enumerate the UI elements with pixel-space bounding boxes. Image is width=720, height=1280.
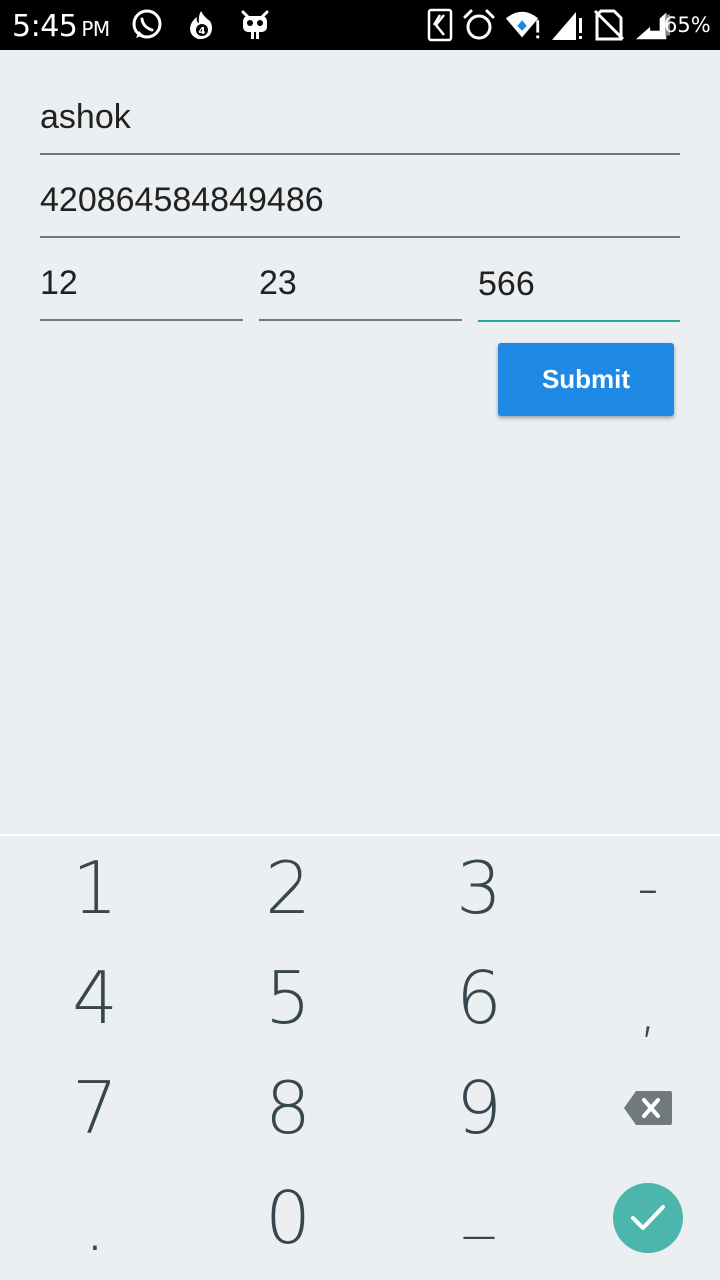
key-5[interactable]: 5 [203,948,373,1048]
cvv-value: 566 [478,265,535,303]
whatsapp-icon [132,9,162,39]
key-backspace[interactable] [563,1058,720,1158]
alarm-icon [463,9,495,40]
key-underscore[interactable]: _ [394,1155,564,1255]
key-2[interactable]: 2 [203,838,373,938]
expiry-month-value: 12 [40,264,78,302]
enter-key[interactable] [613,1183,683,1253]
expiry-year-field[interactable]: 23 [259,253,462,321]
nfc-icon [427,8,453,42]
name-field[interactable]: ashok [40,88,680,155]
signal-icon [552,12,582,40]
key-period[interactable]: . [10,1175,180,1275]
key-8[interactable]: 8 [203,1058,373,1158]
no-sim-icon [593,9,625,41]
key-minus[interactable]: - [563,838,720,938]
key-4[interactable]: 4 [10,948,180,1048]
key-7[interactable]: 7 [10,1058,180,1158]
status-time: 5:45 PM [12,9,110,44]
fire-notification-icon: 4 [190,11,212,40]
backspace-icon [624,1091,672,1125]
submit-button[interactable]: Submit [498,343,674,416]
key-3[interactable]: 3 [394,838,564,938]
key-0[interactable]: 0 [203,1168,373,1268]
checkmark-icon [631,1205,665,1230]
expiry-year-value: 23 [259,264,297,302]
card-number-field[interactable]: 420864584849486 [40,170,680,238]
battery-percentage: 65% [664,13,711,37]
android-robot-icon [241,10,269,39]
svg-text:4: 4 [199,26,206,37]
key-9[interactable]: 9 [394,1058,564,1158]
card-number-value: 420864584849486 [40,181,324,219]
wifi-icon [505,11,540,39]
status-bar: 5:45 PM 4 65% [0,0,720,50]
cvv-field[interactable]: 566 [478,253,680,322]
status-right-icons [426,8,672,42]
name-value: ashok [40,98,131,136]
key-1[interactable]: 1 [10,838,180,938]
status-left-icons: 4 [130,8,272,42]
expiry-month-field[interactable]: 12 [40,253,243,321]
status-ampm: PM [81,17,110,41]
status-time-value: 5:45 [12,9,78,44]
key-comma[interactable]: , [563,960,720,1060]
key-6[interactable]: 6 [394,948,564,1048]
